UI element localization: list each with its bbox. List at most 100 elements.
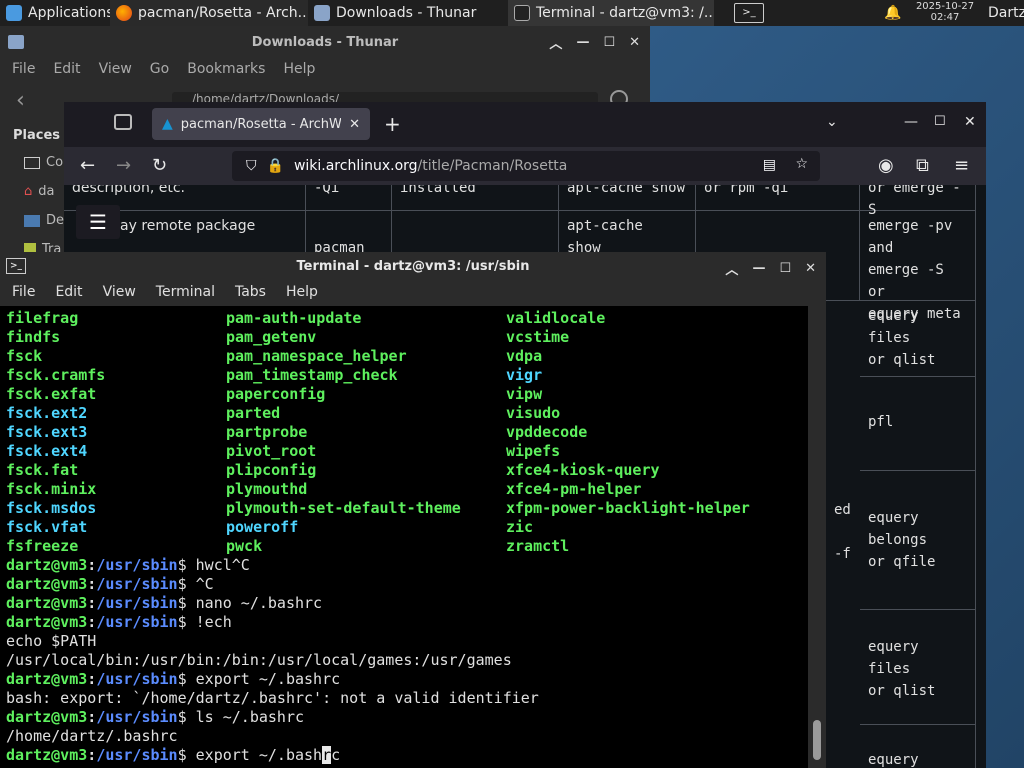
place-computer[interactable]: Co [0,148,66,177]
user-menu[interactable]: Dartz [982,0,1024,26]
prompt-dollar: $ [177,556,187,574]
extensions-icon[interactable]: ⧉ [916,155,929,176]
listing-entry: parted [226,404,281,422]
prompt-path: /usr/sbin [96,556,178,574]
task-label: Downloads - Thunar [336,5,477,21]
close-icon[interactable]: ✕ [629,35,640,50]
terminal-screen[interactable]: filefrag findfs fsck fsck.cramfs fsck.exfat f… [0,306,808,768]
bookmark-star-icon[interactable]: ☆ [795,156,808,172]
minimize-icon[interactable]: — [904,114,918,130]
menu-view[interactable]: View [103,284,136,300]
menu-edit[interactable]: Edit [55,284,82,300]
menu-file[interactable]: File [12,61,35,77]
menu-help[interactable]: Help [283,61,315,77]
task-label: pacman/Rosetta - Arch... [138,5,308,21]
listing-entry: fsfreeze [6,537,79,555]
scrollbar-thumb[interactable] [813,720,821,760]
archlinux-favicon-icon: ▲ [162,116,173,132]
clock-time: 02:47 [930,12,960,23]
list-tabs-chevron-icon[interactable]: ⌄ [826,114,838,130]
clock[interactable]: 2025-10-27 02:47 [908,1,982,23]
terminal-titlebar[interactable]: >_ Terminal - dartz@vm3: /usr/sbin ︿ — ☐… [0,252,826,280]
listing-entry: visudo [506,404,561,422]
task-firefox[interactable]: pacman/Rosetta - Arch... [110,0,308,26]
new-tab-icon[interactable]: + [384,112,401,136]
menu-file[interactable]: File [12,284,35,300]
account-icon[interactable]: ◉ [878,155,894,176]
tab-archwiki[interactable]: ▲ pacman/Rosetta - ArchW ✕ [152,108,370,140]
back-icon[interactable]: ← [80,155,95,176]
menu-edit[interactable]: Edit [53,61,80,77]
terminal-window: >_ Terminal - dartz@vm3: /usr/sbin ︿ — ☐… [0,252,826,768]
prompt-separator: : [87,746,97,764]
prompt-user: dartz@vm3 [6,708,88,726]
output-line: /home/dartz/.bashrc [6,727,178,745]
url-bar[interactable]: ⛉ 🔒 wiki.archlinux.org/title/Pacman/Rose… [232,151,820,181]
table-cell: equery files or qlist [860,610,976,725]
listing-entry: pam_namespace_helper [226,347,407,365]
file-manager-icon [314,5,330,21]
lock-icon: 🔒 [266,158,284,174]
terminal-scrollbar[interactable] [808,306,826,768]
place-home[interactable]: ⌂ da [0,177,66,206]
notifications-bell[interactable]: 🔔 [878,0,902,26]
reader-view-icon[interactable]: ▤ [763,157,776,173]
command-text: ^C [186,575,214,593]
reload-icon[interactable]: ↻ [152,155,167,176]
command-text: export ~/.bash [186,746,323,764]
maximize-icon[interactable]: ☐ [603,35,615,50]
computer-icon [24,156,40,169]
back-arrow-icon[interactable]: ‹ [16,88,25,113]
shade-chevron-icon[interactable]: ︿ [725,259,738,278]
applications-menu[interactable]: Applications ☰ [0,0,110,26]
prompt-path: /usr/sbin [96,594,178,612]
table-cell: equery files or qlist [860,301,976,377]
table-cell-fragment: ed [834,502,851,518]
menu-hamburger-icon[interactable]: ≡ [954,155,969,176]
listing-entry: fsck [6,347,43,365]
terminal-title: Terminal - dartz@vm3: /usr/sbin [296,258,530,274]
listing-entry: plymouth-set-default-theme [226,499,461,517]
listing-entry: findfs [6,328,61,346]
url-host: wiki.archlinux.org [293,158,418,174]
listing-entry: validlocale [506,309,606,327]
listing-entry: zramctl [506,537,570,555]
listing-entry: fsck.ext3 [6,423,88,441]
command-text: !ech [186,613,232,631]
maximize-icon[interactable]: ☐ [779,261,791,276]
prompt-user: dartz@vm3 [6,746,88,764]
url-path: /title/Pacman/Rosetta [417,158,568,174]
maximize-icon[interactable]: ☐ [934,114,946,129]
menu-terminal[interactable]: Terminal [156,284,215,300]
listing-entry: fsck.cramfs [6,366,106,384]
tab-overview-icon[interactable] [114,114,132,130]
maximize-chevron-icon[interactable]: ︿ [549,33,562,52]
close-icon[interactable]: ✕ [805,261,816,276]
table-cell: apt-cache show [559,185,696,211]
minimize-icon[interactable]: — [752,261,765,276]
task-terminal[interactable]: Terminal - dartz@vm3: /... [508,0,714,26]
menu-help[interactable]: Help [286,284,318,300]
menu-go[interactable]: Go [150,61,169,77]
menu-view[interactable]: View [99,61,132,77]
menu-tabs[interactable]: Tabs [235,284,266,300]
prompt-dollar: $ [177,613,187,631]
listing-entry: fsck.exfat [6,385,97,403]
listing-entry: xfce4-pm-helper [506,480,642,498]
thunar-titlebar[interactable]: Downloads - Thunar ︿ — ☐ ✕ [0,26,650,58]
task-thunar[interactable]: Downloads - Thunar [308,0,508,26]
command-text: ls ~/.bashrc [186,708,305,726]
table-cell-fragment: -f [834,546,851,562]
home-icon: ⌂ [24,184,33,199]
table-cell: -Qi [306,185,392,211]
listing-entry: fsck.vfat [6,518,88,536]
listing-entry: filefrag [6,309,79,327]
forward-icon[interactable]: → [116,155,131,176]
show-desktop-button[interactable]: >_ [728,0,764,26]
prompt-user: dartz@vm3 [6,556,88,574]
close-tab-icon[interactable]: ✕ [349,117,360,132]
place-desktop[interactable]: De [0,206,66,235]
close-icon[interactable]: ✕ [964,114,976,130]
menu-bookmarks[interactable]: Bookmarks [187,61,265,77]
minimize-icon[interactable]: — [576,35,589,50]
